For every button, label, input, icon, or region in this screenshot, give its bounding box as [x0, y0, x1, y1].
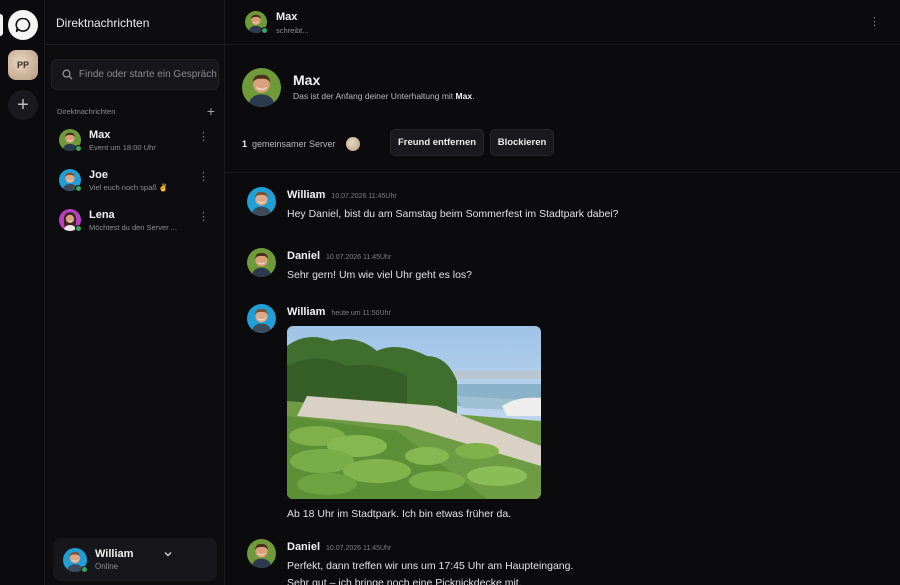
message-avatar[interactable]: [247, 539, 276, 568]
more-vertical-icon[interactable]: ⋮: [198, 132, 209, 143]
divider: [225, 172, 900, 173]
sidebar-title: Direktnachrichten: [56, 16, 150, 30]
dm-sidebar: Direktnachrichten Direktnachrichten + Ma…: [45, 0, 225, 585]
intro-description: Das ist der Anfang deiner Unterhaltung m…: [293, 91, 474, 101]
avatar-image: [247, 539, 276, 568]
dm-item-lena[interactable]: Lena Möchtest du den Server ... ⋮: [51, 202, 219, 238]
online-status-dot: [75, 185, 82, 192]
message-author: Daniel: [287, 250, 321, 262]
dm-name: Joe: [89, 168, 108, 181]
divider: [45, 44, 225, 45]
more-vertical-icon[interactable]: ⋮: [198, 212, 209, 223]
message-author: Daniel: [287, 541, 321, 553]
intro-name: Max: [293, 72, 321, 88]
message-image-park[interactable]: [287, 326, 541, 499]
message-author: William: [287, 189, 326, 201]
more-vertical-icon[interactable]: ⋮: [869, 15, 880, 28]
active-indicator: [0, 14, 3, 36]
typing-status: schreibt...: [276, 26, 309, 35]
direct-messages-button[interactable]: [8, 10, 38, 40]
avatar-image: [247, 248, 276, 277]
section-label: Direktnachrichten: [57, 106, 116, 116]
shared-server-icon[interactable]: [345, 137, 360, 151]
chat-bubble-icon: [15, 17, 31, 33]
server-rail: PP +: [0, 0, 45, 585]
online-status-dot: [75, 225, 82, 232]
dm-section-header: Direktnachrichten +: [57, 104, 215, 118]
message-timestamp: 10.07.2026 11:45Uhr: [326, 545, 392, 552]
user-avatar: [63, 548, 88, 573]
dm-name: Max: [89, 128, 111, 141]
online-status-dot: [81, 565, 88, 573]
more-vertical-icon[interactable]: ⋮: [198, 172, 209, 183]
park-photo: [287, 326, 541, 499]
add-dm-icon[interactable]: +: [207, 104, 215, 118]
shared-label: gemeinsamer Server: [252, 139, 336, 149]
search-box[interactable]: [51, 59, 219, 90]
message-author: William: [287, 306, 326, 318]
shared-count: 1: [242, 139, 248, 149]
intro-text: Das ist der Anfang deiner Unterhaltung m…: [293, 91, 454, 101]
partner-avatar[interactable]: [245, 11, 268, 34]
chat-main: Max schreibt... ⋮ Max Das ist der Anfang…: [225, 0, 900, 585]
add-server-button[interactable]: +: [8, 90, 38, 120]
server-icon[interactable]: PP: [8, 50, 38, 80]
avatar: [59, 169, 82, 192]
online-status-dot: [261, 27, 268, 34]
dm-name: Lena: [89, 208, 115, 221]
message-text: Perfekt, dann treffen wir uns um 17:45 U…: [287, 560, 574, 572]
server-initials: PP: [16, 60, 29, 70]
user-name: William: [95, 548, 134, 560]
dm-preview: Viel euch noch spaß ✌️: [89, 182, 169, 192]
dm-item-joe[interactable]: Joe Viel euch noch spaß ✌️ ⋮: [51, 162, 219, 198]
message-timestamp: 10.07.2026 11:45Uhr: [326, 254, 392, 261]
online-status-dot: [75, 145, 82, 152]
message-text: Sehr gern! Um wie viel Uhr geht es los?: [287, 269, 472, 281]
message-text: Hey Daniel, bist du am Samstag beim Somm…: [287, 208, 619, 220]
search-input[interactable]: [78, 69, 218, 80]
search-icon: [62, 69, 73, 80]
avatar-image: [247, 187, 276, 216]
avatar: [59, 209, 82, 232]
avatar: [59, 129, 82, 152]
partner-name: Max: [276, 11, 298, 23]
user-status: Online: [95, 562, 119, 571]
user-panel[interactable]: William Online: [53, 538, 217, 581]
message-timestamp: heute um 11:50Uhr: [331, 310, 391, 317]
intro-text-suffix: .: [472, 91, 475, 101]
avatar-image: [242, 68, 281, 107]
plus-icon: +: [17, 94, 29, 116]
message-text: Ab 18 Uhr im Stadtpark. Ich bin etwas fr…: [287, 508, 512, 520]
dm-preview: Event um 18:00 Uhr: [89, 142, 156, 152]
chevron-down-icon[interactable]: [163, 549, 173, 559]
message-text: Sehr gut – ich bringe noch eine Picknick…: [287, 577, 522, 585]
message-avatar[interactable]: [247, 248, 276, 277]
avatar-image: [247, 304, 276, 333]
message-avatar[interactable]: [247, 304, 276, 333]
shared-servers: 1 gemeinsamer Server: [242, 137, 360, 151]
dm-item-max[interactable]: Max Event um 18:00 Uhr ⋮: [51, 122, 219, 158]
intro-text-name: Max: [455, 91, 473, 101]
dm-preview: Möchtest du den Server ...: [89, 222, 177, 232]
remove-friend-button[interactable]: Freund entfernen: [390, 129, 484, 156]
intro-avatar: [242, 68, 281, 107]
block-button[interactable]: Blockieren: [490, 129, 554, 156]
message-avatar[interactable]: [247, 187, 276, 216]
chat-header: Max schreibt... ⋮: [225, 0, 900, 45]
message-timestamp: 10.07.2026 11:45Uhr: [331, 193, 397, 200]
